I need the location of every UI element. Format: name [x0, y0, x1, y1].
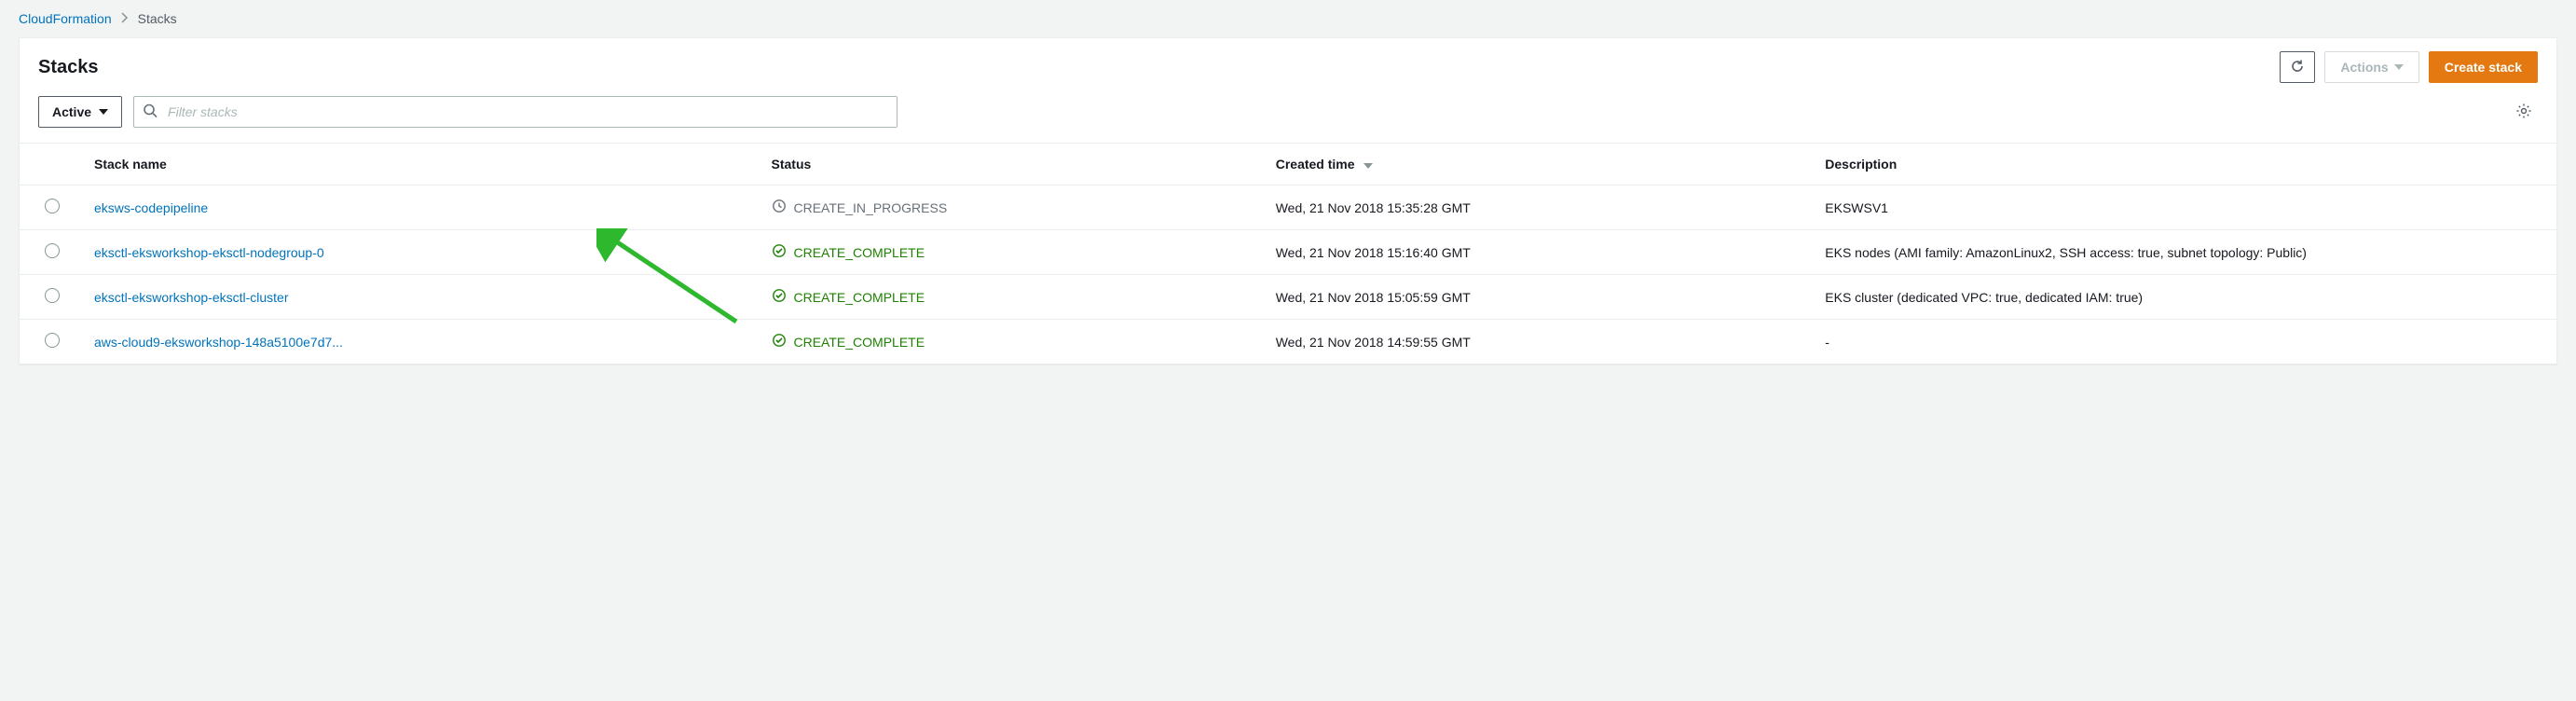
settings-button[interactable]	[2515, 103, 2538, 122]
status-badge: CREATE_COMPLETE	[772, 333, 925, 350]
col-created-label: Created time	[1276, 157, 1355, 172]
breadcrumb-root-link[interactable]: CloudFormation	[19, 11, 112, 26]
breadcrumb-current: Stacks	[138, 11, 177, 26]
description-cell: -	[1806, 320, 2556, 364]
row-select-radio[interactable]	[45, 243, 60, 258]
status-badge: CREATE_IN_PROGRESS	[772, 199, 948, 216]
row-select-radio[interactable]	[45, 199, 60, 213]
sort-desc-icon	[1363, 157, 1373, 172]
status-badge: CREATE_COMPLETE	[772, 243, 925, 261]
panel-header: Stacks Actions Create stack	[20, 38, 2556, 90]
caret-down-icon	[99, 109, 108, 115]
page-title: Stacks	[38, 57, 2280, 78]
gear-icon	[2515, 107, 2532, 122]
status-filter-select[interactable]: Active	[38, 96, 122, 128]
stacks-table: Stack name Status Created time Descripti…	[20, 143, 2556, 364]
chevron-right-icon	[121, 11, 129, 26]
check-circle-icon	[772, 243, 787, 261]
refresh-icon	[2290, 59, 2305, 76]
table-row: eksws-codepipeline CREATE_IN_PROGRESS Wed,…	[20, 186, 2556, 230]
header-actions: Actions Create stack	[2280, 51, 2538, 83]
created-time: Wed, 21 Nov 2018 15:16:40 GMT	[1257, 230, 1807, 275]
search-input[interactable]	[133, 96, 897, 128]
col-select	[20, 144, 75, 186]
check-circle-icon	[772, 288, 787, 306]
stacks-panel: Stacks Actions Create stack Active	[19, 37, 2557, 364]
refresh-button[interactable]	[2280, 51, 2315, 83]
check-circle-icon	[772, 333, 787, 350]
description-cell: EKSWSV1	[1806, 186, 2556, 230]
stack-name-link[interactable]: aws-cloud9-eksworkshop-148a5100e7d7...	[94, 335, 343, 350]
col-stack-name[interactable]: Stack name	[75, 144, 753, 186]
table-row: eksctl-eksworkshop-eksctl-nodegroup-0 CRE…	[20, 230, 2556, 275]
clock-icon	[772, 199, 787, 216]
table-row: aws-cloud9-eksworkshop-148a5100e7d7... CR…	[20, 320, 2556, 364]
col-description[interactable]: Description	[1806, 144, 2556, 186]
create-stack-button[interactable]: Create stack	[2429, 51, 2538, 83]
breadcrumb: CloudFormation Stacks	[0, 0, 2576, 37]
table-row: eksctl-eksworkshop-eksctl-cluster CREATE_…	[20, 275, 2556, 320]
row-select-radio[interactable]	[45, 333, 60, 348]
stack-name-link[interactable]: eksctl-eksworkshop-eksctl-cluster	[94, 290, 289, 305]
status-filter-label: Active	[52, 104, 91, 119]
stack-name-link[interactable]: eksctl-eksworkshop-eksctl-nodegroup-0	[94, 245, 324, 260]
description-cell: EKS nodes (AMI family: AmazonLinux2, SSH…	[1806, 230, 2556, 275]
created-time: Wed, 21 Nov 2018 15:35:28 GMT	[1257, 186, 1807, 230]
col-status[interactable]: Status	[753, 144, 1257, 186]
created-time: Wed, 21 Nov 2018 15:05:59 GMT	[1257, 275, 1807, 320]
created-time: Wed, 21 Nov 2018 14:59:55 GMT	[1257, 320, 1807, 364]
col-created-time[interactable]: Created time	[1257, 144, 1807, 186]
description-cell: EKS cluster (dedicated VPC: true, dedica…	[1806, 275, 2556, 320]
stack-name-link[interactable]: eksws-codepipeline	[94, 200, 208, 215]
status-badge: CREATE_COMPLETE	[772, 288, 925, 306]
toolbar: Active	[20, 90, 2556, 143]
actions-button-label: Actions	[2340, 60, 2388, 75]
caret-down-icon	[2394, 64, 2404, 70]
search-wrap	[133, 96, 897, 128]
search-icon	[143, 103, 158, 121]
row-select-radio[interactable]	[45, 288, 60, 303]
actions-button[interactable]: Actions	[2324, 51, 2418, 83]
